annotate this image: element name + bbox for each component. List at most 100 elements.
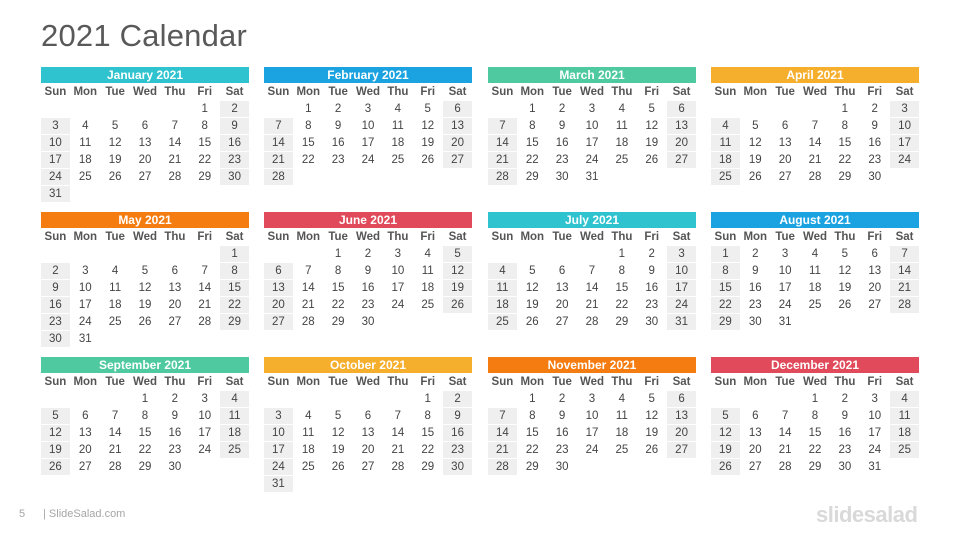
month-block: July 2021 Sun Mon Tue Wed Thu Fri Sat 1 2 3 4 5 6 7 8 9 1… (488, 212, 696, 330)
weekday-label: Sun (491, 86, 514, 98)
day-cell: 19 (645, 427, 659, 439)
weekend-day-cell: 27 (667, 152, 696, 168)
empty-cell (741, 101, 770, 117)
day-cell: 25 (421, 299, 435, 311)
weekend-day-cell: 8 (220, 263, 249, 279)
weekend-day-cell: 18 (711, 152, 740, 168)
weekend-day-cell: 20 (443, 135, 472, 151)
day-cell: 4 (811, 248, 819, 260)
day-cell: 30 (555, 461, 569, 473)
day-cell: 28 (198, 316, 212, 328)
weekend-day-cell: 20 (667, 135, 696, 151)
weekend-day-cell: 31 (41, 186, 70, 202)
day-cell: 4 (111, 265, 119, 277)
weekend-day-cell: 16 (220, 135, 249, 151)
day-cell: 16 (748, 282, 762, 294)
day-cell: 18 (615, 137, 629, 149)
empty-cell (324, 391, 353, 407)
day-cell: 14 (108, 427, 122, 439)
day-cell: 30 (168, 461, 182, 473)
weekend-day-cell: 6 (264, 263, 293, 279)
weekend-day-cell: 11 (711, 135, 740, 151)
empty-cell (801, 101, 830, 117)
day-cell: 14 (778, 427, 792, 439)
weekend-day-cell: 25 (220, 442, 249, 458)
weekday-label: Mon (296, 86, 321, 98)
day-cell: 24 (78, 316, 92, 328)
day-cell: 4 (618, 103, 626, 115)
day-cell: 16 (868, 137, 882, 149)
day-cell: 12 (525, 282, 539, 294)
weekend-day-cell: 27 (667, 442, 696, 458)
day-cell: 28 (808, 171, 822, 183)
month-grid: Sun Mon Tue Wed Thu Fri Sat 1 2 3 4 5 6 7 8 9 10 11 12 13 14… (488, 229, 696, 330)
day-cell: 11 (109, 282, 122, 294)
empty-cell (264, 391, 293, 407)
day-cell: 6 (171, 265, 179, 277)
weekend-day-cell: 10 (667, 263, 696, 279)
day-cell: 22 (331, 299, 345, 311)
day-cell: 23 (838, 444, 852, 456)
day-cell: 15 (808, 427, 822, 439)
empty-cell (190, 246, 219, 262)
day-cell: 14 (585, 282, 599, 294)
weekend-day-cell: 12 (41, 425, 70, 441)
month-block: March 2021 Sun Mon Tue Wed Thu Fri Sat 1 2 3 4 5 6 7 8 9… (488, 67, 696, 185)
weekday-label: Sat (448, 231, 467, 243)
weekend-day-cell: 1 (220, 246, 249, 262)
weekend-day-cell: 4 (220, 391, 249, 407)
month-header: September 2021 (41, 357, 249, 373)
day-cell: 30 (645, 316, 659, 328)
weekday-label: Fri (197, 86, 213, 98)
day-cell: 24 (778, 299, 792, 311)
day-cell: 19 (138, 299, 152, 311)
day-cell: 15 (138, 427, 152, 439)
day-cell: 10 (585, 410, 599, 422)
weekend-day-cell: 14 (488, 425, 517, 441)
day-cell: 3 (82, 265, 89, 277)
day-cell: 24 (585, 444, 599, 456)
day-cell: 17 (198, 427, 212, 439)
day-cell: 1 (305, 103, 312, 115)
weekend-day-cell: 23 (220, 152, 249, 168)
day-cell: 14 (301, 282, 315, 294)
empty-cell (71, 101, 100, 117)
weekend-day-cell: 13 (443, 118, 472, 134)
weekday-label: Sun (714, 86, 737, 98)
day-cell: 28 (108, 461, 122, 473)
month-header: December 2021 (711, 357, 919, 373)
day-cell: 1 (141, 393, 149, 405)
weekday-label: Sat (895, 231, 914, 243)
weekday-label: Thu (834, 231, 856, 243)
weekday-label: Sat (895, 86, 914, 98)
weekend-day-cell: 18 (488, 297, 517, 313)
weekday-label: Mon (743, 231, 768, 243)
day-cell: 1 (334, 248, 342, 260)
weekend-day-cell: 23 (41, 314, 70, 330)
weekday-label: Sun (267, 231, 290, 243)
day-cell: 16 (555, 427, 569, 439)
empty-cell (741, 391, 770, 407)
weekend-day-cell: 10 (890, 118, 919, 134)
day-cell: 7 (588, 265, 596, 277)
day-cell: 28 (778, 461, 792, 473)
weekend-day-cell: 14 (264, 135, 293, 151)
day-cell: 28 (585, 316, 599, 328)
day-cell: 23 (555, 444, 569, 456)
day-cell: 26 (838, 299, 852, 311)
weekday-label: Fri (420, 86, 436, 98)
day-cell: 21 (585, 299, 599, 311)
day-cell: 27 (168, 316, 182, 328)
day-cell: 1 (529, 103, 536, 115)
day-cell: 18 (421, 282, 435, 294)
day-cell: 10 (391, 265, 405, 277)
month-block: February 2021 Sun Mon Tue Wed Thu Fri Sat 1 2 3 4 5 6… (264, 67, 472, 185)
day-cell: 13 (868, 265, 882, 277)
day-cell: 29 (808, 461, 822, 473)
day-cell: 18 (391, 137, 405, 149)
day-cell: 22 (615, 299, 629, 311)
day-cell: 13 (138, 137, 152, 149)
day-cell: 15 (525, 137, 539, 149)
weekday-label: Fri (644, 376, 660, 388)
weekend-day-cell: 28 (890, 297, 919, 313)
